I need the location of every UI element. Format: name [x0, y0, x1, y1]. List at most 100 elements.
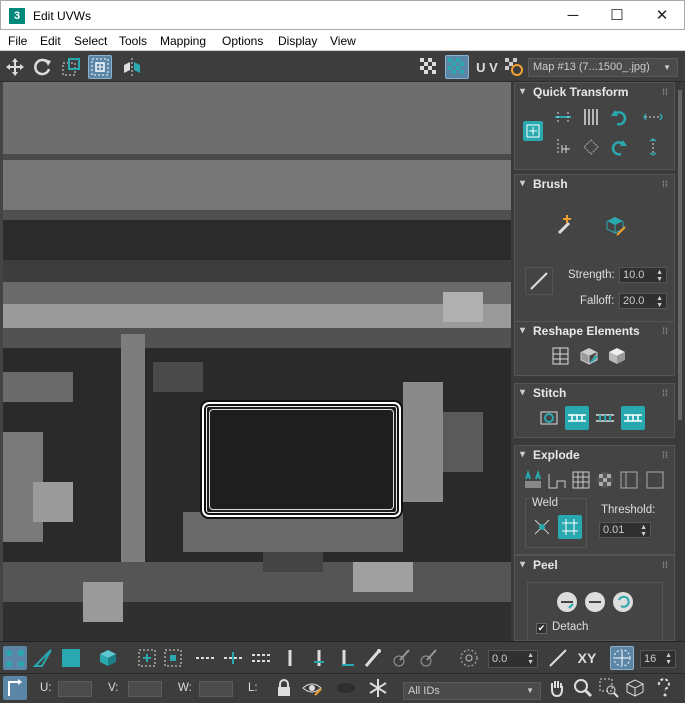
transform-mode-icon[interactable] — [3, 676, 27, 700]
checker-icon[interactable] — [417, 55, 441, 79]
mirror-icon[interactable] — [120, 55, 144, 79]
peel-mode-icon[interactable] — [582, 589, 608, 615]
detach-edge-icon[interactable] — [545, 468, 569, 492]
texture-display-icon[interactable] — [445, 55, 469, 79]
menu-edit[interactable]: Edit — [40, 34, 61, 48]
soft-selection-icon[interactable] — [457, 646, 481, 670]
explode-grid-icon[interactable] — [569, 468, 593, 492]
spinner-arrows-icon[interactable]: ▲ ▼ — [640, 524, 647, 538]
ring-grow-icon[interactable] — [307, 646, 331, 670]
freeform-icon[interactable] — [88, 55, 112, 79]
falloff-spinner[interactable]: 20.0 ▲ ▼ — [619, 293, 667, 309]
grid-spinner[interactable]: 16 ▲ ▼ — [640, 650, 676, 668]
absolute-mode-icon[interactable] — [546, 646, 570, 670]
ids-filter[interactable]: All IDs ▼ — [403, 682, 541, 700]
flatten-icon[interactable] — [617, 468, 641, 492]
ring-select-icon[interactable] — [278, 646, 302, 670]
move-icon[interactable] — [3, 55, 27, 79]
brush-line-icon[interactable] — [525, 267, 553, 295]
relax-element-icon[interactable] — [577, 344, 601, 368]
menu-file[interactable]: File — [8, 34, 27, 48]
grid-snap-icon[interactable] — [610, 646, 634, 670]
relax-cube-icon[interactable] — [605, 344, 629, 368]
strength-spinner[interactable]: 10.0 ▲ ▼ — [619, 267, 667, 283]
stitch-to-target-icon[interactable] — [565, 406, 589, 430]
menu-select[interactable]: Select — [74, 34, 107, 48]
weld-selected-icon[interactable] — [530, 515, 554, 539]
stitch-custom-icon[interactable] — [537, 406, 561, 430]
break-icon[interactable] — [521, 468, 545, 492]
straighten-icon[interactable] — [549, 344, 573, 368]
align-edge-icon[interactable] — [551, 135, 575, 159]
space-horizontal-icon[interactable] — [641, 105, 665, 129]
xy-toggle[interactable]: XY — [574, 646, 600, 670]
stitch-to-source-icon[interactable] — [593, 406, 617, 430]
menu-tools[interactable]: Tools — [119, 34, 147, 48]
rotation-spinner[interactable]: 0.0 ▲ ▼ — [488, 650, 538, 668]
relax-brush-icon[interactable] — [601, 211, 629, 239]
menu-display[interactable]: Display — [278, 34, 317, 48]
map-selector[interactable]: Map #13 (7...1500_.jpg) ▼ — [528, 58, 678, 77]
menu-options[interactable]: Options — [222, 34, 263, 48]
help-icon[interactable] — [652, 676, 676, 700]
grow-selection-icon[interactable] — [135, 646, 159, 670]
pan-icon[interactable] — [545, 676, 569, 700]
loop-grow-icon[interactable] — [221, 646, 245, 670]
minimize-button[interactable]: ─ — [550, 1, 596, 31]
stitch-header[interactable]: Stitch — [515, 384, 674, 402]
close-button[interactable]: ✕ — [639, 1, 685, 31]
detach-checkbox[interactable]: ✔ — [536, 623, 547, 634]
hide-icon[interactable] — [300, 676, 324, 700]
show-hidden-icon[interactable] — [334, 676, 358, 700]
shrink-selection-icon[interactable] — [161, 646, 185, 670]
align-center-icon[interactable] — [523, 121, 543, 141]
align-vertical-icon[interactable] — [579, 105, 603, 129]
loop-select-icon[interactable] — [193, 646, 217, 670]
rotate-ccw-icon[interactable] — [607, 105, 631, 129]
spinner-arrows-icon[interactable]: ▲ ▼ — [656, 269, 663, 283]
texture-options-icon[interactable] — [502, 55, 526, 79]
explode-header[interactable]: Explode — [515, 446, 674, 464]
paint-grow-icon[interactable] — [389, 646, 413, 670]
peel-header[interactable]: Peel — [515, 556, 674, 574]
loop-shrink-icon[interactable] — [249, 646, 273, 670]
lock-icon[interactable] — [272, 676, 296, 700]
brush-header[interactable]: Brush — [515, 175, 674, 193]
freeze-icon[interactable] — [366, 676, 390, 700]
u-field[interactable] — [58, 681, 92, 697]
polygon-mode-icon[interactable] — [59, 646, 83, 670]
weld-target-icon[interactable] — [558, 515, 582, 539]
edge-mode-icon[interactable] — [31, 646, 55, 670]
spinner-arrows-icon[interactable]: ▲ ▼ — [527, 652, 534, 666]
explode-checker-icon[interactable] — [593, 468, 617, 492]
quick-transform-header[interactable]: Quick Transform — [515, 83, 674, 101]
paint-shrink-icon[interactable] — [416, 646, 440, 670]
stitch-average-icon[interactable] — [621, 406, 645, 430]
paint-select-icon[interactable] — [361, 646, 385, 670]
maximize-button[interactable]: ☐ — [594, 1, 640, 31]
rotate-cw-icon[interactable] — [607, 135, 631, 159]
uv-viewport[interactable] — [3, 82, 511, 641]
reshape-header[interactable]: Reshape Elements — [515, 322, 674, 340]
zoom-extents-icon[interactable] — [623, 676, 647, 700]
spinner-arrows-icon[interactable]: ▲ ▼ — [656, 295, 663, 309]
menu-view[interactable]: View — [330, 34, 356, 48]
explode-options-icon[interactable] — [643, 468, 667, 492]
zoom-icon[interactable] — [571, 676, 595, 700]
quick-peel-icon[interactable] — [554, 589, 580, 615]
scale-icon[interactable] — [59, 55, 83, 79]
element-mode-icon[interactable] — [96, 646, 120, 670]
uv-toggle[interactable]: U V — [473, 55, 501, 79]
rotate-icon[interactable] — [31, 55, 55, 79]
paint-move-icon[interactable] — [553, 211, 581, 239]
panel-scrollbar[interactable] — [678, 90, 682, 420]
ring-shrink-icon[interactable] — [335, 646, 359, 670]
reset-peel-icon[interactable] — [610, 589, 636, 615]
distribute-icon[interactable] — [579, 135, 603, 159]
threshold-spinner[interactable]: 0.01 ▲ ▼ — [599, 522, 651, 538]
space-vertical-icon[interactable] — [641, 135, 665, 159]
w-field[interactable] — [199, 681, 233, 697]
v-field[interactable] — [128, 681, 162, 697]
spinner-arrows-icon[interactable]: ▲ ▼ — [665, 652, 672, 666]
zoom-region-icon[interactable] — [597, 676, 621, 700]
